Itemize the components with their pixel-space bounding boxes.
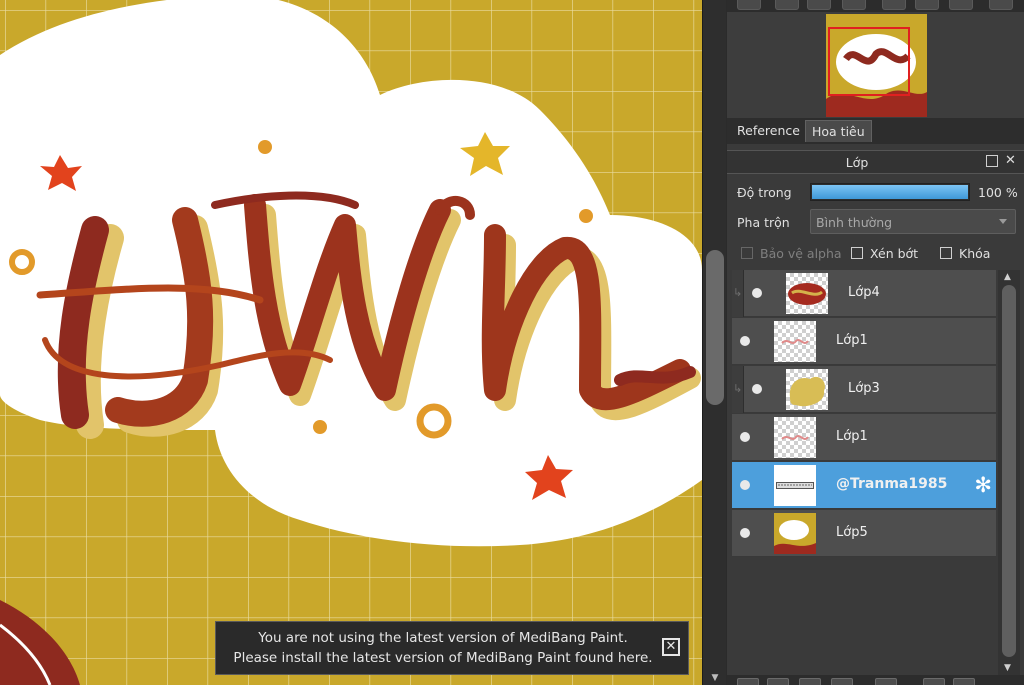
medibang-window: You are not using the latest version of …	[0, 0, 1024, 685]
visibility-icon[interactable]	[740, 336, 750, 346]
layer-name: Lớp4	[848, 285, 880, 300]
visibility-icon[interactable]	[740, 480, 750, 490]
reset-icon[interactable]	[989, 0, 1013, 10]
canvas-artwork	[0, 0, 702, 685]
close-icon[interactable]: ✕	[662, 638, 680, 656]
visibility-icon[interactable]	[752, 288, 762, 298]
flip-icon[interactable]	[915, 0, 939, 10]
layer-panel-title: Lớp	[845, 155, 869, 170]
layer-name: @Tranma1985	[836, 476, 948, 492]
gear-icon[interactable]: ✻	[974, 473, 992, 497]
notification-line-2[interactable]: Please install the latest version of Med…	[226, 650, 660, 666]
notification-line-1: You are not using the latest version of …	[258, 630, 628, 646]
visibility-icon[interactable]	[740, 528, 750, 538]
blend-mode-value: Bình thường	[816, 215, 893, 230]
layer-name: Lớp1	[836, 333, 868, 348]
layer-row[interactable]: Lớp1	[732, 318, 996, 365]
clipping-label: Xén bớt	[870, 246, 919, 261]
right-panel: Reference Hoa tiêu Lớp ✕ Độ trong 100 % …	[727, 0, 1024, 685]
layer-settings-icon[interactable]	[875, 678, 897, 685]
layer-name: Lớp3	[848, 381, 880, 396]
chevron-down-icon	[999, 219, 1007, 224]
layer-row-selected[interactable]: @Tranma1985 ✻	[732, 462, 996, 509]
actual-size-icon[interactable]	[842, 0, 866, 10]
blend-mode-select[interactable]: Bình thường	[810, 209, 1016, 234]
zoom-in-icon[interactable]	[775, 0, 799, 10]
protect-alpha-label: Bảo vệ alpha	[760, 246, 842, 261]
layer-thumbnail	[774, 417, 816, 458]
layer-panel-header: Lớp ✕	[727, 150, 1024, 174]
opacity-slider-fill	[812, 185, 968, 199]
layer-list[interactable]: ↳ Lớp4 Lớp1 ↳ Lớp3 Lớp1 @Tranma1985 ✻ Lớ…	[732, 270, 996, 680]
duplicate-layer-icon[interactable]	[799, 678, 821, 685]
blend-label: Pha trộn	[737, 215, 790, 230]
more-icon[interactable]	[953, 678, 975, 685]
checkbox-box	[940, 247, 952, 259]
visibility-icon[interactable]	[740, 432, 750, 442]
tab-reference[interactable]: Reference	[731, 120, 806, 142]
clip-indicator: ↳	[732, 270, 744, 317]
rotate-right-icon[interactable]	[949, 0, 973, 10]
layer-list-scrollbar[interactable]: ▲ ▼	[998, 270, 1020, 675]
navigator-tabs: Reference Hoa tiêu	[727, 118, 1024, 144]
add-layer-icon[interactable]	[737, 678, 759, 685]
opacity-label: Độ trong	[737, 185, 792, 200]
layer-name: Lớp1	[836, 429, 868, 444]
drawing-canvas[interactable]: You are not using the latest version of …	[0, 0, 702, 685]
delete-layer-icon[interactable]	[923, 678, 945, 685]
opacity-value: 100 %	[978, 185, 1018, 200]
add-halftone-layer-icon[interactable]	[767, 678, 789, 685]
layer-row[interactable]: Lớp1	[732, 414, 996, 461]
fit-icon[interactable]	[807, 0, 831, 10]
lock-label: Khóa	[959, 246, 991, 261]
layer-row[interactable]: ↳ Lớp4	[732, 270, 996, 317]
navigator-preview[interactable]	[727, 12, 1024, 118]
zoom-out-icon[interactable]	[737, 0, 761, 10]
update-notification[interactable]: You are not using the latest version of …	[215, 621, 689, 675]
tab-navigator[interactable]: Hoa tiêu	[805, 120, 872, 142]
canvas-vertical-scrollbar[interactable]: ▼	[702, 0, 726, 685]
layer-row[interactable]: Lớp5	[732, 510, 996, 557]
clip-indicator: ↳	[732, 366, 744, 413]
layer-thumbnail	[774, 465, 816, 506]
dot-orange-1	[258, 140, 272, 154]
rotate-left-icon[interactable]	[882, 0, 906, 10]
red-wave-shape	[0, 600, 80, 685]
layer-toolbar	[727, 675, 1024, 685]
checkbox-box	[851, 247, 863, 259]
merge-down-icon[interactable]	[831, 678, 853, 685]
layer-thumbnail	[774, 321, 816, 362]
dot-orange-3	[313, 420, 327, 434]
dot-orange-2	[579, 209, 593, 223]
layer-name: Lớp5	[836, 525, 868, 540]
scroll-down-icon[interactable]: ▼	[1004, 663, 1011, 673]
navigator-thumbnail	[826, 14, 927, 117]
visibility-icon[interactable]	[752, 384, 762, 394]
checkbox-box	[741, 247, 753, 259]
scroll-up-icon[interactable]: ▲	[1004, 272, 1011, 282]
navigator-toolbar	[727, 0, 1024, 12]
opacity-slider[interactable]	[810, 183, 970, 201]
layer-thumbnail	[786, 273, 828, 314]
layer-thumbnail	[774, 513, 816, 554]
scrollbar-thumb[interactable]	[706, 250, 724, 405]
layer-thumbnail	[786, 369, 828, 410]
popout-icon[interactable]	[986, 155, 998, 167]
layer-row[interactable]: ↳ Lớp3	[732, 366, 996, 413]
scrollbar-thumb[interactable]	[1002, 285, 1016, 657]
close-panel-icon[interactable]: ✕	[1005, 153, 1016, 168]
scroll-down-icon[interactable]: ▼	[708, 673, 722, 683]
